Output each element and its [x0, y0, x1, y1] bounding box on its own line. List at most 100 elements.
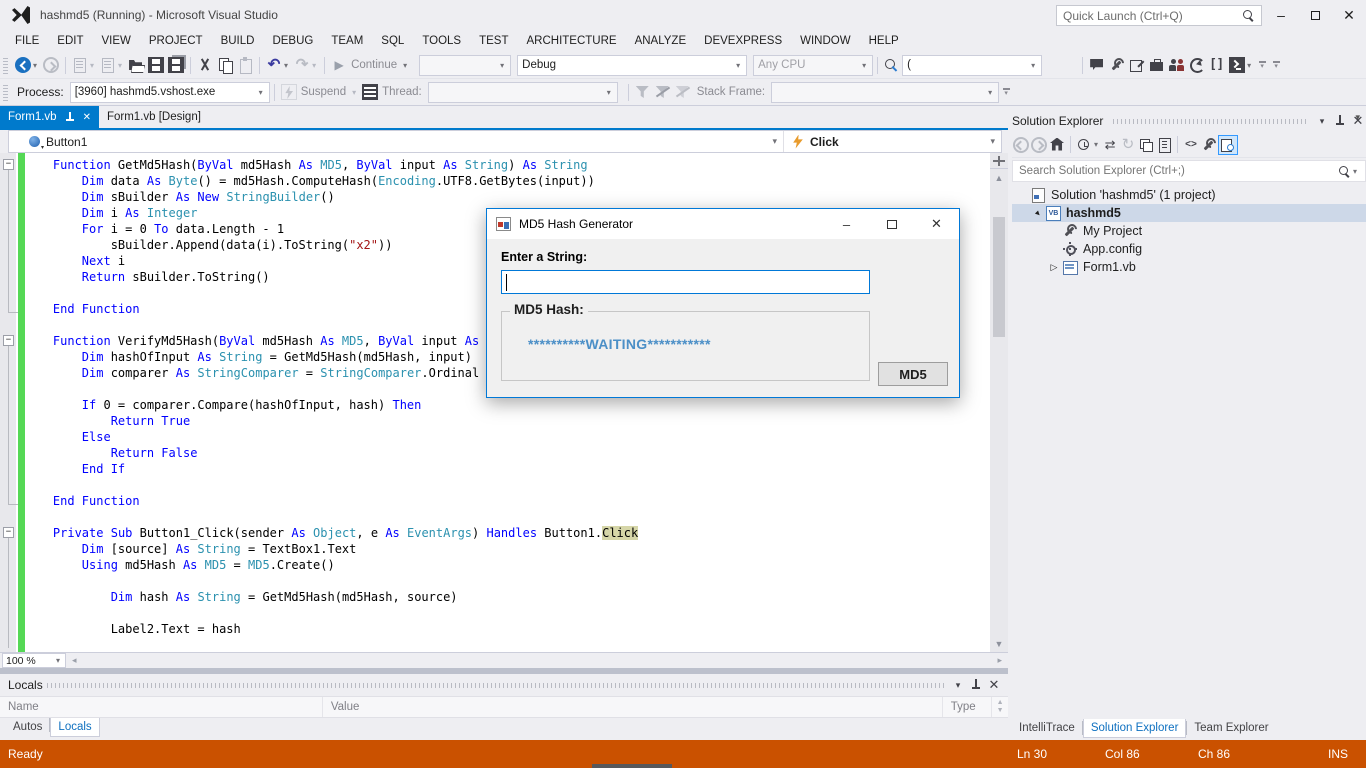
pin-icon[interactable] [65, 111, 75, 123]
dialog-minimize-button[interactable]: – [824, 209, 869, 239]
tab-team-explorer[interactable]: Team Explorer [1187, 719, 1275, 737]
properties-button[interactable] [1155, 134, 1173, 156]
code-line[interactable]: Dim sBuilder As New StringBuilder() [24, 189, 990, 205]
toolbar-options-button[interactable]: ▾ [999, 81, 1013, 103]
scroll-left-arrow[interactable]: ◂ [66, 655, 83, 666]
chevron-expanded-icon[interactable]: ▾ [1028, 203, 1047, 222]
locals-column-type[interactable]: Type [943, 697, 993, 717]
collapse-all-button[interactable] [1137, 134, 1155, 156]
se-forward-button[interactable] [1030, 134, 1048, 156]
code-line[interactable]: Dim data As Byte() = md5Hash.ComputeHash… [24, 173, 990, 189]
tree-item-hashmd5[interactable]: ▾ VB hashmd5 [1012, 204, 1366, 222]
selection-button[interactable] [1207, 54, 1227, 76]
editor-vertical-scrollbar[interactable]: ▲ ▼ [990, 153, 1008, 652]
se-back-button[interactable] [1012, 134, 1030, 156]
code-line[interactable]: Return False [24, 445, 990, 461]
menu-window[interactable]: WINDOW [791, 35, 859, 47]
suspend-button[interactable]: Suspend ▾ [279, 81, 360, 103]
menu-analyze[interactable]: ANALYZE [626, 35, 696, 47]
show-flagged-only-button[interactable] [673, 81, 693, 103]
solution-explorer-header[interactable]: Solution Explorer ▾ ✕ [1012, 110, 1366, 132]
locals-scroll-arrows[interactable]: ▲ ▼ [992, 699, 1008, 715]
collapse-region-box[interactable]: − [3, 159, 14, 170]
code-line[interactable] [24, 509, 990, 525]
code-line[interactable] [24, 605, 990, 621]
pin-button[interactable] [968, 677, 984, 693]
dialog-maximize-button[interactable] [869, 209, 914, 239]
flag-threads-button[interactable] [633, 81, 653, 103]
save-all-button[interactable] [166, 54, 186, 76]
menu-architecture[interactable]: ARCHITECTURE [517, 35, 625, 47]
paste-button[interactable] [235, 54, 255, 76]
toolbar-grip[interactable] [3, 83, 8, 101]
close-button[interactable]: ✕ [1332, 0, 1366, 30]
se-tools-button[interactable] [1200, 134, 1218, 156]
quick-tools-button[interactable] [1107, 54, 1127, 76]
chevron-collapsed-icon[interactable]: ▷ [1046, 262, 1062, 273]
send-feedback-button[interactable] [1127, 54, 1147, 76]
code-line[interactable]: End If [24, 461, 990, 477]
vertical-scroll-thumb[interactable] [993, 217, 1005, 337]
feedback-button[interactable] [1087, 54, 1107, 76]
open-file-button[interactable] [126, 54, 146, 76]
tab-solution-explorer[interactable]: Solution Explorer [1082, 718, 1187, 738]
undo-button[interactable]: ↶ ▾ [264, 54, 292, 76]
menu-view[interactable]: VIEW [93, 35, 140, 47]
locals-column-value[interactable]: Value [323, 697, 943, 717]
process-combo[interactable]: [3960] hashmd5.vshost.exe ▾ [69, 81, 270, 103]
view-code-button[interactable]: <> [1182, 134, 1200, 156]
menu-edit[interactable]: EDIT [48, 35, 92, 47]
code-line[interactable]: End Function [24, 493, 990, 509]
history-button[interactable] [1187, 54, 1207, 76]
stack-frame-combo[interactable]: ▾ [771, 81, 1000, 103]
close-panel-button[interactable]: ✕ [1350, 113, 1366, 129]
document-tab[interactable]: Form1.vb ✕ [0, 106, 99, 128]
add-item-button[interactable]: ▾ [98, 54, 126, 76]
tab-intellitrace[interactable]: IntelliTrace [1012, 719, 1082, 737]
code-line[interactable]: Label2.Text = hash [24, 621, 990, 637]
menu-file[interactable]: FILE [6, 35, 48, 47]
code-line[interactable] [24, 573, 990, 589]
pending-changes-filter-button[interactable]: ▾ [1075, 134, 1101, 156]
menu-sql[interactable]: SQL [372, 35, 413, 47]
collapse-region-box[interactable]: − [3, 527, 14, 538]
cut-button[interactable] [195, 54, 215, 76]
code-line[interactable]: Return True [24, 413, 990, 429]
menu-team[interactable]: TEAM [322, 35, 372, 47]
team-button[interactable] [1167, 54, 1187, 76]
new-file-button[interactable]: ▾ [70, 54, 98, 76]
code-line[interactable]: Private Sub Button1_Click(sender As Obje… [24, 525, 990, 541]
solution-configurations-combo[interactable]: Debug ▾ [517, 54, 748, 76]
toolbar-overflow-button[interactable]: ▾ [1255, 54, 1269, 76]
navigate-back-button[interactable]: ▾ [13, 54, 41, 76]
show-all-files-button[interactable] [1218, 134, 1239, 155]
menu-test[interactable]: TEST [470, 35, 517, 47]
split-window-handle[interactable] [990, 153, 1008, 169]
toolbar-options-button[interactable]: ▾ [1269, 54, 1283, 76]
close-tab-icon[interactable]: ✕ [83, 112, 91, 123]
code-line[interactable]: Dim [source] As String = TextBox1.Text [24, 541, 990, 557]
document-tab[interactable]: Form1.vb [Design] [99, 106, 209, 128]
code-line[interactable]: If 0 = comparer.Compare(hashOfInput, has… [24, 397, 990, 413]
quick-launch-input[interactable]: Quick Launch (Ctrl+Q) [1056, 5, 1262, 26]
find-combo[interactable]: (▾ [902, 54, 1043, 76]
close-panel-button[interactable]: ✕ [986, 677, 1002, 693]
scroll-up-arrow[interactable]: ▲ [990, 170, 1008, 186]
editor-zoom-combo[interactable]: 100 % ▾ [2, 653, 66, 668]
tree-item-solution-hashmd5-1-project-[interactable]: Solution 'hashmd5' (1 project) [1012, 186, 1366, 204]
md5-button[interactable]: MD5 [878, 362, 948, 386]
solution-platforms-combo[interactable]: Any CPU ▾ [753, 54, 874, 76]
dialog-close-button[interactable]: ✕ [914, 209, 959, 239]
window-position-dropdown[interactable]: ▾ [1314, 113, 1330, 129]
debug-target-combo[interactable]: ▾ [419, 54, 512, 76]
find-in-files-button[interactable] [882, 54, 902, 76]
save-button[interactable] [146, 54, 166, 76]
restore-button[interactable] [1298, 0, 1332, 30]
menu-build[interactable]: BUILD [212, 35, 264, 47]
locals-column-name[interactable]: Name [0, 697, 323, 717]
tab-locals[interactable]: Locals [50, 718, 100, 737]
window-position-dropdown[interactable]: ▾ [950, 677, 966, 693]
editor-horizontal-scrollbar[interactable]: 100 % ▾ ◂ ▸ [0, 652, 1008, 668]
navigate-forward-button[interactable] [41, 54, 61, 76]
outlining-margin[interactable]: − − − [0, 157, 24, 648]
